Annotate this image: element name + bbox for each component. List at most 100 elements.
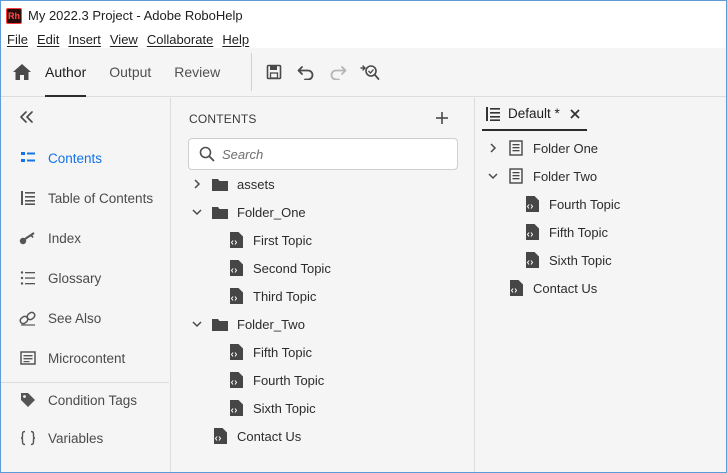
book-icon [508, 168, 524, 184]
tab-review[interactable]: Review [174, 48, 220, 97]
chevron-down-icon[interactable] [190, 317, 204, 331]
toc-icon [19, 189, 37, 207]
nav-variables[interactable]: Variables [1, 423, 169, 453]
toc-book-folder-one[interactable]: Folder One [486, 134, 598, 162]
folder-icon [212, 176, 228, 192]
toc-item-label: Folder One [533, 140, 599, 156]
tree-folder-assets[interactable]: assets [190, 170, 275, 198]
menu-help[interactable]: Help [222, 32, 249, 47]
braces-icon [19, 429, 37, 447]
nav-divider [1, 382, 169, 383]
search-icon [199, 146, 215, 162]
topic-file-icon [228, 400, 244, 416]
title-bar: Rh My 2022.3 Project - Adobe RoboHelp [1, 1, 726, 30]
main-toolbar: Author Output Review [1, 48, 726, 97]
folder-icon [212, 316, 228, 332]
tree-topic[interactable]: Second Topic [228, 254, 331, 282]
toolbar-divider [251, 53, 253, 91]
app-window: Rh My 2022.3 Project - Adobe RoboHelp Fi… [0, 0, 727, 473]
nav-contents-label: Contents [48, 150, 103, 166]
menu-insert[interactable]: Insert [68, 32, 101, 47]
topic-file-icon [212, 428, 228, 444]
toc-item-label: Sixth Topic [549, 252, 612, 268]
tree-item-label: Third Topic [253, 288, 317, 304]
tab-output[interactable]: Output [109, 48, 151, 97]
window-title: My 2022.3 Project - Adobe RoboHelp [28, 8, 243, 23]
book-icon [508, 140, 524, 156]
toc-book-folder-two[interactable]: Folder Two [486, 162, 597, 190]
nav-index[interactable]: Index [1, 223, 169, 253]
chevron-right-icon[interactable] [486, 141, 500, 155]
folder-icon [212, 204, 228, 220]
collapse-panel-icon[interactable] [19, 107, 39, 127]
menu-edit[interactable]: Edit [37, 32, 59, 47]
menu-view[interactable]: View [110, 32, 138, 47]
tree-topic[interactable]: Third Topic [228, 282, 316, 310]
tree-item-label: assets [237, 176, 275, 192]
topic-file-icon [228, 232, 244, 248]
tree-topic[interactable]: First Topic [228, 226, 312, 254]
menu-bar: File Edit Insert View Collaborate Help [1, 30, 726, 48]
find-replace-icon[interactable] [358, 60, 382, 84]
toc-panel: Default * Folder One Folder Two Fourth T… [476, 98, 726, 472]
tab-author[interactable]: Author [45, 48, 87, 97]
topic-file-icon [524, 252, 540, 268]
nav-microcontent-label: Microcontent [48, 350, 126, 366]
nav-toc-label: Table of Contents [48, 190, 154, 206]
link-icon [19, 309, 37, 327]
nav-glossary[interactable]: Glossary [1, 263, 169, 293]
home-icon[interactable] [11, 61, 33, 83]
microcontent-icon [19, 349, 37, 367]
undo-icon[interactable] [294, 60, 318, 84]
nav-glossary-label: Glossary [48, 270, 102, 286]
key-icon [19, 229, 37, 247]
contents-icon [19, 149, 37, 167]
save-icon[interactable] [262, 60, 286, 84]
tree-folder-one[interactable]: Folder_One [190, 198, 306, 226]
tree-topic[interactable]: Contact Us [212, 422, 301, 450]
tab-default-toc[interactable]: Default * [482, 98, 587, 131]
tree-topic[interactable]: Fifth Topic [228, 338, 312, 366]
tree-topic[interactable]: Fourth Topic [228, 366, 324, 394]
menu-file[interactable]: File [7, 32, 28, 47]
left-navigation: Contents Table of Contents Index Glossar… [1, 98, 171, 472]
toc-tab-label: Default * [508, 106, 560, 121]
glossary-icon [19, 269, 37, 287]
tree-item-label: Sixth Topic [253, 400, 316, 416]
topic-file-icon [508, 280, 524, 296]
toc-icon [485, 106, 501, 122]
robohelp-logo-icon: Rh [6, 7, 22, 24]
nav-microcontent[interactable]: Microcontent [1, 343, 169, 373]
chevron-down-icon[interactable] [486, 169, 500, 183]
redo-icon[interactable] [326, 60, 350, 84]
topic-file-icon [228, 260, 244, 276]
toc-topic[interactable]: Contact Us [508, 274, 597, 302]
toc-topic[interactable]: Fourth Topic [524, 190, 620, 218]
tree-topic[interactable]: Sixth Topic [228, 394, 316, 422]
add-icon[interactable] [432, 108, 452, 128]
nav-see-also[interactable]: See Also [1, 303, 169, 333]
nav-index-label: Index [48, 230, 82, 246]
tree-item-label: First Topic [253, 232, 312, 248]
search-input[interactable] [222, 146, 442, 162]
nav-table-of-contents[interactable]: Table of Contents [1, 183, 169, 213]
nav-contents[interactable]: Contents [1, 143, 169, 173]
chevron-right-icon[interactable] [190, 177, 204, 191]
topic-file-icon [228, 288, 244, 304]
search-box[interactable] [188, 138, 458, 170]
toc-topic[interactable]: Sixth Topic [524, 246, 612, 274]
tree-item-label: Contact Us [237, 428, 302, 444]
contents-panel: CONTENTS assets Folder_One First Topic [172, 98, 475, 472]
tree-folder-two[interactable]: Folder_Two [190, 310, 305, 338]
nav-variables-label: Variables [48, 430, 104, 446]
tag-icon [19, 391, 37, 409]
close-icon[interactable] [569, 108, 581, 120]
toc-item-label: Fourth Topic [549, 196, 621, 212]
toc-item-label: Folder Two [533, 168, 598, 184]
nav-condition-tags[interactable]: Condition Tags [1, 385, 169, 415]
tree-item-label: Folder_One [237, 204, 306, 220]
nav-condition-tags-label: Condition Tags [48, 392, 138, 408]
chevron-down-icon[interactable] [190, 205, 204, 219]
menu-collaborate[interactable]: Collaborate [147, 32, 214, 47]
toc-topic[interactable]: Fifth Topic [524, 218, 608, 246]
